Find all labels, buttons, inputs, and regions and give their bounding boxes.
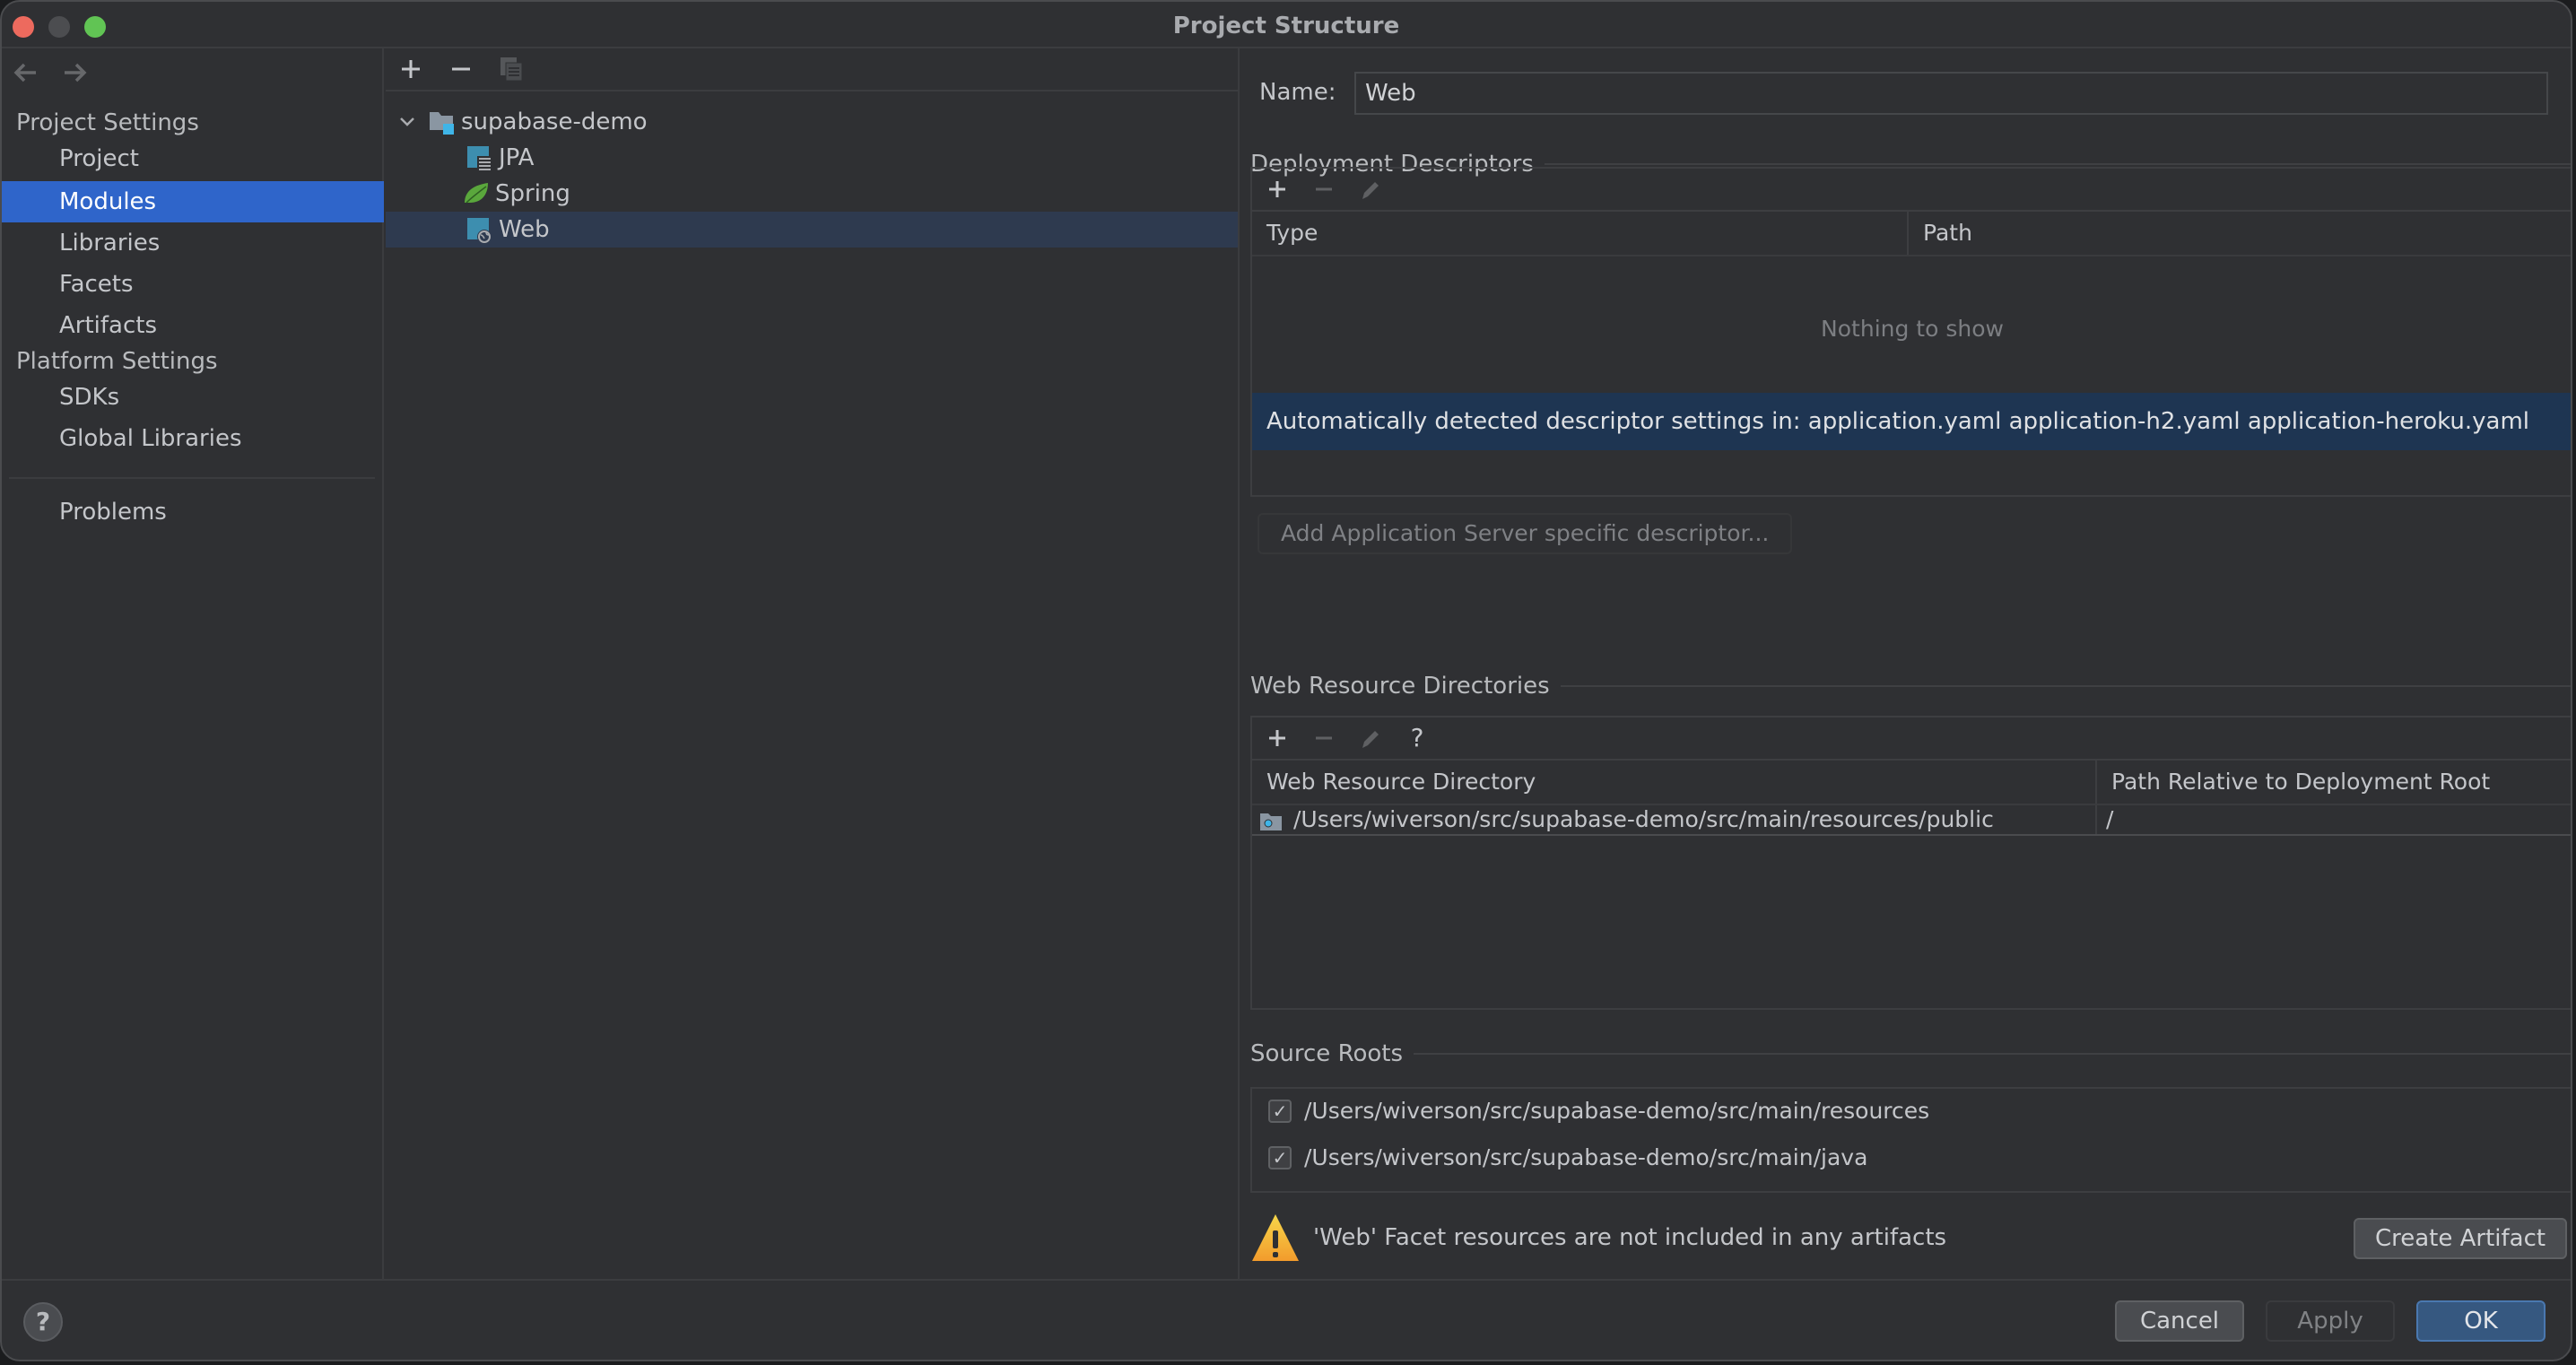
column-header-relative-path[interactable]: Path Relative to Deployment Root — [2097, 761, 2571, 804]
apply-button[interactable]: Apply — [2266, 1300, 2395, 1342]
plus-icon[interactable] — [1263, 724, 1292, 752]
sidebar-item-facets[interactable]: Facets — [2, 264, 384, 305]
minus-icon[interactable] — [447, 55, 475, 83]
plus-icon[interactable] — [396, 55, 425, 83]
chevron-down-icon[interactable] — [398, 113, 416, 131]
checkbox-checked[interactable]: ✓ — [1268, 1099, 1292, 1123]
help-icon[interactable]: ? — [1403, 724, 1432, 752]
sidebar-divider — [9, 477, 375, 479]
tree-node-module[interactable]: supabase-demo — [386, 104, 1238, 140]
descriptors-table-header: Type Path — [1252, 212, 2571, 256]
sidebar-item-artifacts[interactable]: Artifacts — [2, 305, 384, 346]
name-input[interactable]: Web — [1354, 72, 2548, 115]
source-root-path: /Users/wiverson/src/supabase-demo/src/ma… — [1304, 1144, 1868, 1170]
empty-table-message: Nothing to show — [1821, 316, 2004, 342]
copy-icon[interactable] — [497, 55, 526, 83]
web-resource-directories-heading: Web Resource Directories — [1250, 673, 2571, 700]
web-resources-toolbar: ? — [1252, 717, 2571, 761]
pencil-icon[interactable] — [1356, 175, 1385, 204]
name-label: Name: — [1259, 79, 1336, 106]
tree-node-label: Spring — [495, 180, 570, 207]
relative-path-cell: / — [2106, 806, 2114, 832]
web-resource-directory-cell: /Users/wiverson/src/supabase-demo/src/ma… — [1293, 806, 1994, 832]
checkbox-checked[interactable]: ✓ — [1268, 1145, 1292, 1169]
facet-warning: 'Web' Facet resources are not included i… — [1250, 1213, 1946, 1263]
descriptors-toolbar — [1252, 169, 2571, 212]
ok-button[interactable]: OK — [2416, 1300, 2546, 1342]
column-header-path[interactable]: Path — [1909, 212, 2571, 255]
deployment-descriptors-table: Type Path Nothing to show Automatically … — [1250, 167, 2571, 497]
tree-node-jpa[interactable]: JPA — [386, 140, 1238, 176]
source-roots-list: ✓ /Users/wiverson/src/supabase-demo/src/… — [1250, 1087, 2571, 1193]
web-facet-icon — [466, 217, 492, 244]
sidebar-item-sdks[interactable]: SDKs — [2, 377, 384, 418]
tree-node-web[interactable]: Web — [386, 212, 1238, 248]
source-root-item[interactable]: ✓ /Users/wiverson/src/supabase-demo/src/… — [1268, 1144, 1867, 1170]
jpa-facet-icon — [466, 145, 492, 170]
platform-settings-heading: Platform Settings — [16, 348, 218, 375]
spring-leaf-icon — [463, 181, 488, 206]
settings-sidebar: Project Settings Project Modules Librari… — [2, 48, 384, 1279]
sidebar-item-global-libraries[interactable]: Global Libraries — [2, 418, 384, 459]
warning-message: 'Web' Facet resources are not included i… — [1313, 1224, 1947, 1251]
pencil-icon[interactable] — [1356, 724, 1385, 752]
facet-detail-panel: Name: Web Deployment Descriptors Type Pa… — [1241, 48, 2571, 1279]
window-title: Project Structure — [1172, 13, 1400, 39]
project-structure-dialog: Project Structure Project Settings Proje… — [0, 0, 2572, 1361]
tree-node-label: supabase-demo — [461, 109, 648, 135]
source-roots-heading: Source Roots — [1250, 1040, 2571, 1067]
column-header-type[interactable]: Type — [1252, 212, 1909, 255]
module-tree-panel: supabase-demo JPA Spring Web — [386, 48, 1240, 1279]
tree-node-label: Web — [499, 216, 550, 243]
tree-toolbar — [386, 48, 1238, 91]
column-header-web-resource-directory[interactable]: Web Resource Directory — [1252, 761, 2097, 804]
web-resource-folder-icon — [1259, 810, 1283, 830]
table-row[interactable]: /Users/wiverson/src/supabase-demo/src/ma… — [1252, 805, 2571, 836]
arrow-left-icon[interactable] — [11, 57, 41, 88]
web-resources-table-header: Web Resource Directory Path Relative to … — [1252, 761, 2571, 805]
navigation-arrows — [11, 57, 90, 93]
source-root-item[interactable]: ✓ /Users/wiverson/src/supabase-demo/src/… — [1268, 1098, 1929, 1124]
footer-divider — [2, 1279, 2571, 1281]
tree-node-label: JPA — [499, 144, 535, 171]
sidebar-item-project[interactable]: Project — [2, 138, 384, 179]
tree-node-spring[interactable]: Spring — [386, 176, 1238, 212]
source-root-path: /Users/wiverson/src/supabase-demo/src/ma… — [1304, 1098, 1930, 1124]
add-server-descriptor-button[interactable]: Add Application Server specific descript… — [1258, 513, 1793, 554]
project-settings-heading: Project Settings — [16, 109, 199, 136]
sidebar-item-libraries[interactable]: Libraries — [2, 222, 384, 264]
help-button[interactable]: ? — [23, 1302, 63, 1342]
title-bar: Project Structure — [2, 2, 2571, 48]
web-resource-directories-table: ? Web Resource Directory Path Relative t… — [1250, 716, 2571, 1010]
warning-icon — [1250, 1213, 1301, 1263]
detected-descriptors-notice: Automatically detected descriptor settin… — [1252, 393, 2571, 450]
arrow-right-icon[interactable] — [59, 57, 90, 88]
source-roots-title: Source Roots — [1250, 1040, 1404, 1067]
sidebar-item-problems[interactable]: Problems — [2, 491, 384, 533]
module-folder-icon — [429, 109, 454, 135]
minus-icon[interactable] — [1310, 724, 1338, 752]
plus-icon[interactable] — [1263, 175, 1292, 204]
sidebar-item-modules[interactable]: Modules — [2, 181, 384, 222]
minus-icon[interactable] — [1310, 175, 1338, 204]
create-artifact-button[interactable]: Create Artifact — [2354, 1218, 2567, 1259]
web-resource-directories-title: Web Resource Directories — [1250, 673, 1550, 700]
cancel-button[interactable]: Cancel — [2115, 1300, 2244, 1342]
